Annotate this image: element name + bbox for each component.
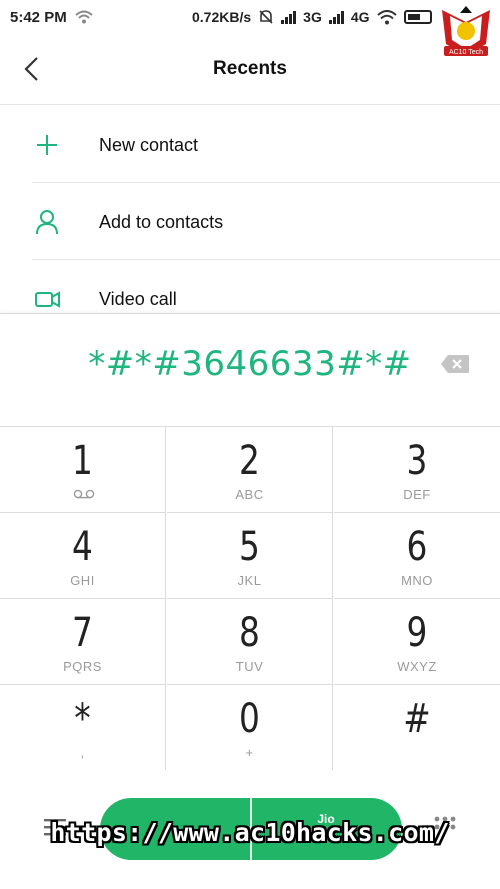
key-6[interactable]: 6 MNO xyxy=(334,513,500,599)
dialed-number[interactable]: *#*#3646633#*# xyxy=(0,344,500,384)
network-type-1: 3G xyxy=(303,9,322,25)
network-type-2: 4G xyxy=(350,9,370,25)
key-digit: 7 xyxy=(72,610,93,656)
key-letters: + xyxy=(245,745,254,760)
key-star[interactable]: * , xyxy=(0,685,166,771)
divider xyxy=(0,104,500,105)
key-letters: MNO xyxy=(401,573,433,588)
plus-icon xyxy=(37,135,57,155)
battery-icon xyxy=(403,10,432,24)
key-digit: * xyxy=(74,696,91,742)
key-letters: DEF xyxy=(403,487,431,502)
voicemail-icon xyxy=(73,489,95,499)
app-header: Recents xyxy=(0,40,500,100)
dial-keypad: 1 2 ABC 3 DEF 4 GHI 5 JKL 6 MNO 7 PQRS 8… xyxy=(0,426,500,771)
video-camera-icon xyxy=(35,291,60,308)
video-call-label: Video call xyxy=(99,289,177,309)
key-digit: 8 xyxy=(239,610,260,656)
bottom-bar: Jio https://www.ac10hacks.com/ xyxy=(0,770,500,889)
key-letters: ABC xyxy=(235,487,264,502)
key-7[interactable]: 7 PQRS xyxy=(0,599,166,685)
key-hash[interactable]: # xyxy=(334,685,500,771)
status-bar: 5:42 PM 0.72KB/s 3G 4G xyxy=(0,0,500,34)
backspace-icon[interactable] xyxy=(440,354,470,374)
key-digit: 0 xyxy=(239,696,260,742)
person-icon xyxy=(36,210,58,235)
key-digit: 9 xyxy=(406,610,428,656)
key-4[interactable]: 4 GHI xyxy=(0,513,166,599)
key-letters: TUV xyxy=(235,659,264,674)
key-9[interactable]: 9 WXYZ xyxy=(334,599,500,685)
new-contact-item[interactable]: New contact xyxy=(0,106,500,184)
new-contact-label: New contact xyxy=(99,135,199,155)
add-to-contacts-item[interactable]: Add to contacts xyxy=(0,183,500,261)
key-8[interactable]: 8 TUV xyxy=(167,599,333,685)
key-digit: 3 xyxy=(406,438,428,484)
key-digit: 5 xyxy=(239,524,260,570)
signal-icon-1 xyxy=(281,10,297,24)
key-3[interactable]: 3 DEF xyxy=(334,427,500,513)
wifi-icon xyxy=(75,10,93,24)
key-letters: JKL xyxy=(237,573,262,588)
key-letters: PQRS xyxy=(63,659,102,674)
key-letters: WXYZ xyxy=(397,659,437,674)
key-5[interactable]: 5 JKL xyxy=(167,513,333,599)
key-digit: 1 xyxy=(72,438,93,484)
status-time: 5:42 PM xyxy=(10,8,67,26)
key-letters: GHI xyxy=(70,573,95,588)
network-speed: 0.72KB/s xyxy=(192,9,252,25)
key-digit: # xyxy=(403,696,431,742)
signal-icon-2 xyxy=(328,10,344,24)
key-0[interactable]: 0 + xyxy=(167,685,333,771)
wifi-icon-2 xyxy=(376,9,397,24)
key-digit: 2 xyxy=(239,438,260,484)
key-digit: 6 xyxy=(406,524,428,570)
key-digit: 4 xyxy=(72,524,93,570)
key-1[interactable]: 1 xyxy=(0,427,166,513)
watermark-url: https://www.ac10hacks.com/ xyxy=(50,818,450,847)
mute-alarm-icon xyxy=(259,10,273,24)
page-title: Recents xyxy=(213,58,287,79)
dial-display: *#*#3646633#*# xyxy=(0,313,500,427)
key-2[interactable]: 2 ABC xyxy=(167,427,333,513)
add-to-contacts-label: Add to contacts xyxy=(99,212,224,232)
key-letters: , xyxy=(80,745,85,760)
